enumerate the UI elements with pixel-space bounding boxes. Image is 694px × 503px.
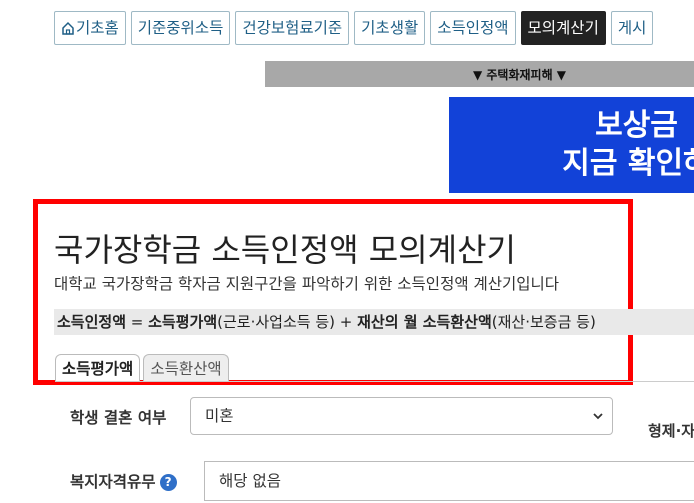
tab-divider (55, 381, 694, 382)
banner-line-1: 보상금 (595, 108, 678, 143)
sibling-label: 형제·자 (648, 422, 694, 440)
formula-term-income-evaluation: 소득평가액 (148, 313, 218, 331)
page-title: 국가장학금 소득인정액 모의계산기 (54, 231, 516, 269)
nav-item-board[interactable]: 게시 (610, 11, 654, 45)
formula-detail-1: (근로·사업소득 등) + (217, 313, 358, 331)
tab-bar: 소득평가액 소득환산액 (55, 354, 229, 382)
tab-income-evaluation[interactable]: 소득평가액 (55, 354, 141, 382)
marital-label: 학생 결혼 여부 (70, 409, 167, 427)
formula-term-income-recognition: 소득인정액 (57, 313, 127, 331)
ad-bar[interactable]: ▼ 주택화재피해 ▼ (265, 61, 694, 87)
nav-item-median-income[interactable]: 기준중위소득 (130, 11, 231, 45)
welfare-select-value: 해당 없음 (219, 472, 281, 490)
page-subtitle: 대학교 국가장학금 학자금 지원구간을 파악하기 위한 소득인정액 계산기입니다 (54, 275, 560, 293)
marital-select[interactable]: 미혼 (190, 397, 613, 435)
top-nav: 기초홈 기준중위소득 건강보험료기준 기초생활 소득인정액 모의계산기 게시 (54, 11, 654, 47)
help-icon[interactable]: ? (159, 474, 177, 491)
formula-detail-2: (재산·보증금 등) (491, 313, 596, 331)
chevron-down-icon (593, 413, 603, 420)
marital-select-value: 미혼 (205, 407, 234, 425)
formula-term-property: 재산의 월 소득환산액 (357, 313, 492, 331)
welfare-select[interactable]: 해당 없음 (204, 461, 694, 501)
tab-income-conversion[interactable]: 소득환산액 (143, 354, 229, 382)
nav-item-basic-living[interactable]: 기초생활 (354, 11, 426, 45)
ad-banner[interactable]: 보상금 지금 확인하 (449, 97, 694, 193)
nav-item-label: 기초홈 (76, 19, 119, 37)
formula-box: 소득인정액 = 소득평가액(근로·사업소득 등) + 재산의 월 소득환산액(재… (54, 309, 694, 335)
welfare-label: 복지자격유무 (70, 473, 156, 491)
nav-item-income-recognition[interactable]: 소득인정액 (430, 11, 516, 45)
banner-line-2: 지금 확인하 (562, 146, 694, 181)
welfare-label-row: 복지자격유무? (70, 470, 177, 492)
nav-item-calculator[interactable]: 모의계산기 (520, 11, 606, 45)
nav-item-home[interactable]: 기초홈 (54, 11, 126, 45)
nav-item-health-insurance[interactable]: 건강보험료기준 (235, 11, 350, 45)
formula-equals: = (126, 313, 149, 331)
home-icon (61, 21, 75, 35)
